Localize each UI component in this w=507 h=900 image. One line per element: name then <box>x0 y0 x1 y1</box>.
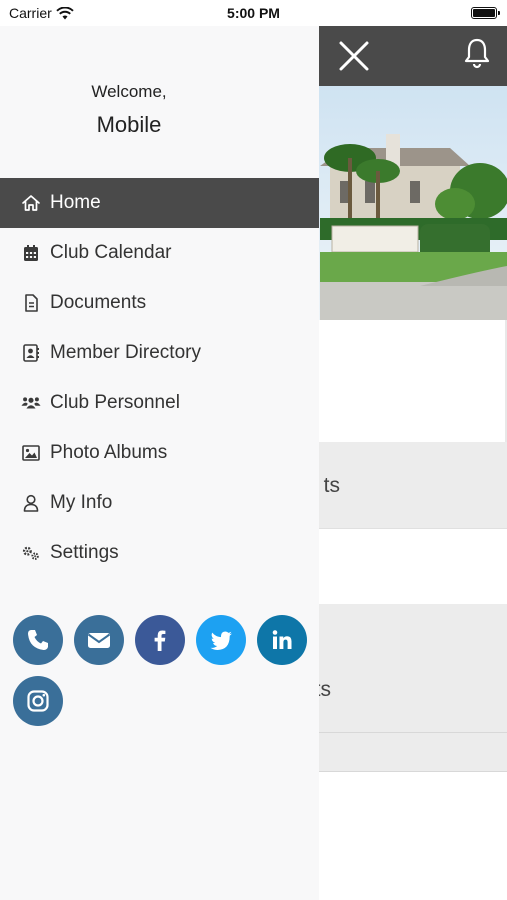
menu-item-label: Club Calendar <box>50 242 172 263</box>
twitter-button[interactable] <box>196 615 246 665</box>
email-button[interactable] <box>74 615 124 665</box>
drawer-menu: Home Club Calendar Documents Member Dire… <box>0 178 319 578</box>
menu-item-label: Settings <box>50 542 119 563</box>
battery-icon <box>471 7 500 19</box>
bell-icon <box>464 38 490 69</box>
menu-item-documents[interactable]: Documents <box>0 278 319 328</box>
close-drawer-button[interactable] <box>337 39 371 73</box>
menu-item-settings[interactable]: Settings <box>0 528 319 578</box>
gears-icon <box>20 542 42 564</box>
calendar-icon <box>20 242 42 264</box>
welcome-text: Welcome, <box>91 82 167 101</box>
instagram-icon <box>27 690 49 712</box>
status-bar: Carrier 5:00 PM <box>0 0 507 26</box>
menu-item-label: Home <box>50 192 101 213</box>
menu-item-label: Member Directory <box>50 342 201 363</box>
linkedin-button[interactable] <box>257 615 307 665</box>
instagram-button[interactable] <box>13 676 63 726</box>
menu-item-my-info[interactable]: My Info <box>0 478 319 528</box>
people-icon <box>20 392 42 414</box>
home-icon <box>20 192 42 214</box>
image-icon <box>20 442 42 464</box>
document-icon <box>20 292 42 314</box>
twitter-icon <box>210 631 232 650</box>
email-icon <box>87 633 111 648</box>
facebook-icon <box>154 630 166 651</box>
menu-item-photo-albums[interactable]: Photo Albums <box>0 428 319 478</box>
menu-item-club-calendar[interactable]: Club Calendar <box>0 228 319 278</box>
phone-icon <box>28 630 48 650</box>
user-icon <box>20 492 42 514</box>
menu-item-label: Club Personnel <box>50 392 180 413</box>
close-icon <box>339 41 369 71</box>
linkedin-icon <box>272 630 292 649</box>
menu-item-member-directory[interactable]: Member Directory <box>0 328 319 378</box>
notifications-button[interactable] <box>460 36 494 70</box>
contact-book-icon <box>20 342 42 364</box>
navigation-drawer: Welcome, Mobile Home Club Calendar Docum… <box>0 26 319 900</box>
menu-item-home[interactable]: Home <box>0 178 319 228</box>
menu-item-label: My Info <box>50 492 113 513</box>
user-name: Mobile <box>96 112 162 137</box>
phone-button[interactable] <box>13 615 63 665</box>
menu-item-club-personnel[interactable]: Club Personnel <box>0 378 319 428</box>
menu-item-label: Photo Albums <box>50 442 168 463</box>
status-time: 5:00 PM <box>227 5 280 21</box>
menu-item-label: Documents <box>50 292 147 313</box>
facebook-button[interactable] <box>135 615 185 665</box>
